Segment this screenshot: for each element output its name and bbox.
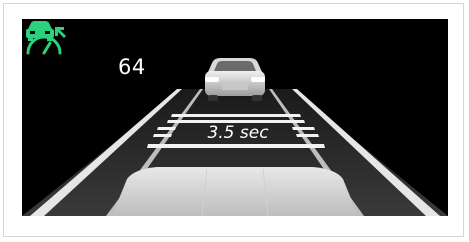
lead-car-icon <box>205 58 265 101</box>
following-distance-label: 3.5 sec <box>207 123 269 143</box>
road-scene <box>22 58 448 216</box>
ego-car-hood <box>112 167 358 216</box>
driver-display: 64 3.5 sec <box>22 19 448 216</box>
adaptive-cruise-control-icon <box>26 21 66 55</box>
set-speed-value: 64 <box>118 55 146 79</box>
